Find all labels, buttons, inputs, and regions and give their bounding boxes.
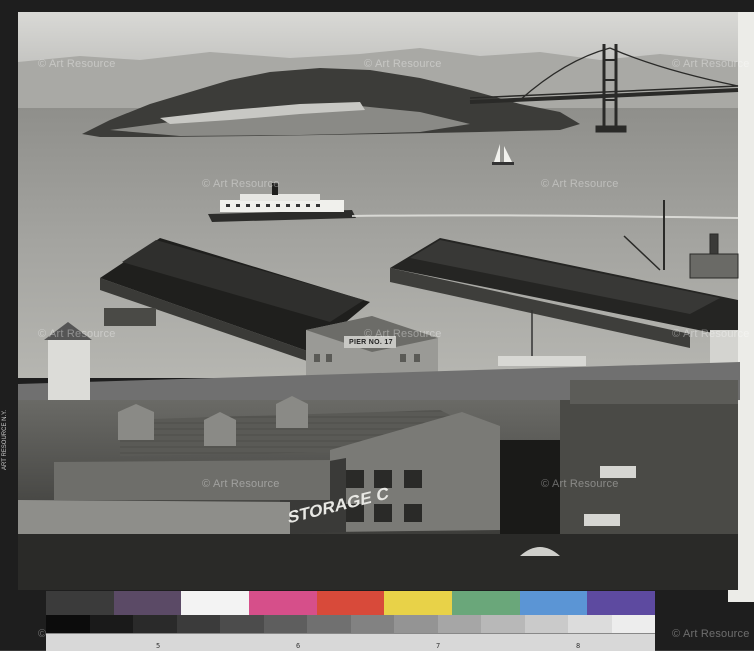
gray-swatch — [568, 615, 612, 633]
gray-swatch — [220, 615, 264, 633]
watermark: Art Resource — [672, 328, 750, 340]
ruler-mark: 6 — [296, 642, 301, 650]
color-swatch — [46, 591, 114, 615]
watermark: Art Resource — [672, 628, 750, 640]
gray-swatch — [46, 615, 90, 633]
gray-swatch — [437, 615, 481, 633]
gray-swatch — [350, 615, 394, 633]
gray-swatch — [307, 615, 351, 633]
gray-swatch — [394, 615, 438, 633]
pier-sign: PIER NO. 17 — [349, 339, 393, 346]
color-swatch — [113, 591, 182, 615]
ruler-mark: 7 — [436, 642, 441, 650]
watermark: Art Resource — [672, 58, 750, 70]
gray-swatch — [176, 615, 220, 633]
right-building-top — [570, 380, 738, 404]
gray-swatch — [481, 615, 525, 633]
gray-swatch — [89, 615, 133, 633]
watermark: Art Resource — [364, 58, 442, 70]
gray-swatch — [524, 615, 568, 633]
color-swatch — [181, 591, 250, 615]
ruler-mark: 8 — [576, 642, 581, 650]
color-swatch — [384, 591, 453, 615]
watermark: Art Resource — [202, 478, 280, 490]
color-swatch — [587, 591, 656, 615]
color-swatch — [316, 591, 385, 615]
gray-swatch — [611, 615, 655, 633]
watermark: Art Resource — [38, 328, 116, 340]
low-roof-left — [18, 500, 290, 534]
low-roof-mid — [54, 460, 330, 500]
edge-label: ART RESOURCE N.Y. — [2, 409, 8, 470]
watermark: Art Resource — [364, 328, 442, 340]
grayscale-calibration-bar — [46, 615, 655, 633]
watermark: Art Resource — [541, 178, 619, 190]
color-swatch — [249, 591, 317, 615]
archival-photo-scan — [0, 0, 754, 650]
street-front — [18, 534, 738, 590]
gray-swatch — [133, 615, 177, 633]
watermark: Art Resource — [202, 178, 280, 190]
color-swatch — [519, 591, 588, 615]
gray-swatch — [263, 615, 307, 633]
watermark: Art Resource — [541, 478, 619, 490]
color-calibration-bar — [46, 591, 656, 615]
watermark: Art Resource — [38, 58, 116, 70]
calibration-ruler: 5 6 7 8 — [46, 633, 655, 651]
ruler-mark: 5 — [156, 642, 161, 650]
color-swatch — [452, 591, 520, 615]
